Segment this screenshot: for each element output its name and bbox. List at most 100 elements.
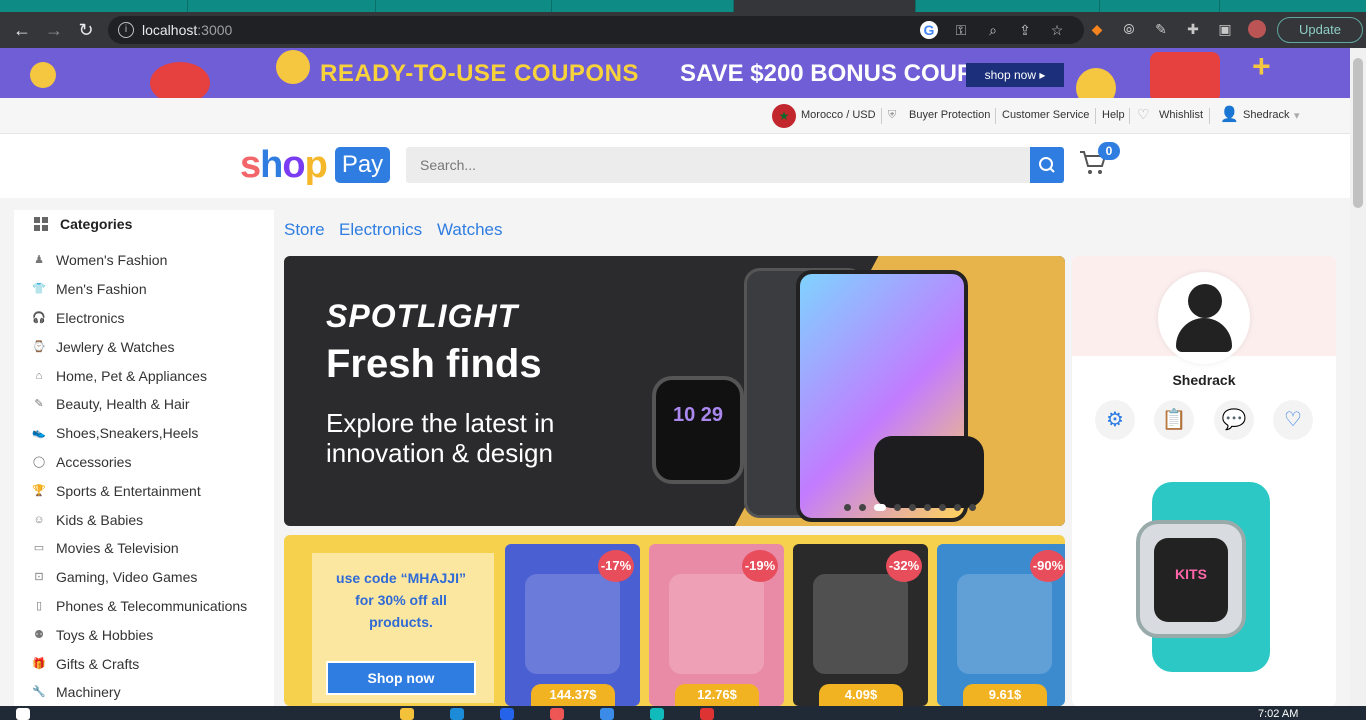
carousel-dot[interactable] <box>969 504 976 511</box>
category-label: Women's Fashion <box>56 252 168 269</box>
profile-avatar-icon[interactable] <box>1248 20 1266 38</box>
deal-card[interactable]: -19% 12.76$ <box>649 544 784 706</box>
clipboard-icon[interactable]: 📋 <box>1154 400 1194 440</box>
address-bar[interactable]: i localhost:3000 G ⚿ ⌕ ⇪ ☆ <box>108 16 1084 44</box>
carousel-dot[interactable] <box>954 504 961 511</box>
category-item[interactable]: ♟ Women's Fashion <box>14 246 274 275</box>
browser-tab[interactable] <box>188 0 376 12</box>
category-item[interactable]: ✎ Beauty, Health & Hair <box>14 390 274 419</box>
category-item[interactable]: 🔧 Machinery <box>14 678 274 706</box>
carousel-dot[interactable] <box>939 504 946 511</box>
category-item[interactable]: 🎁 Gifts & Crafts <box>14 649 274 678</box>
category-item[interactable]: ☺ Kids & Babies <box>14 505 274 534</box>
google-icon[interactable]: G <box>920 21 938 39</box>
avatar[interactable] <box>1158 272 1250 364</box>
coupon-card: use code “MHAJJI” for 30% off all produc… <box>312 553 494 703</box>
scrollbar-thumb[interactable] <box>1353 58 1363 208</box>
app-icon[interactable] <box>650 708 664 720</box>
folder-icon[interactable] <box>400 708 414 720</box>
account-menu[interactable]: Shedrack <box>1243 109 1289 121</box>
help-link[interactable]: Help <box>1102 109 1125 121</box>
app-icon[interactable] <box>500 708 514 720</box>
search-input[interactable] <box>406 147 1030 183</box>
carousel-dot[interactable] <box>844 504 851 511</box>
browser-tab[interactable] <box>916 0 1100 12</box>
deal-card[interactable]: -90% 9.61$ <box>937 544 1065 706</box>
shop-now-button[interactable]: Shop now <box>326 661 476 695</box>
start-icon[interactable] <box>16 708 30 720</box>
back-icon[interactable]: ← <box>10 18 34 42</box>
logo[interactable]: shop <box>240 144 328 187</box>
category-item[interactable]: ◯ Accessories <box>14 448 274 477</box>
app-icon[interactable] <box>700 708 714 720</box>
forward-icon[interactable]: → <box>42 18 66 42</box>
buyer-protection-link[interactable]: Buyer Protection <box>909 109 990 121</box>
app-icon[interactable] <box>550 708 564 720</box>
wishlist-link[interactable]: Whishlist <box>1159 109 1203 121</box>
carousel-dot-active[interactable] <box>874 504 886 511</box>
hero-carousel[interactable]: SPOTLIGHT Fresh finds Explore the latest… <box>284 256 1065 526</box>
carousel-dot[interactable] <box>894 504 901 511</box>
category-item[interactable]: ⚉ Toys & Hobbies <box>14 620 274 649</box>
category-item[interactable]: 👕 Men's Fashion <box>14 275 274 304</box>
chat-icon[interactable]: 💬 <box>1214 400 1254 440</box>
watch-product-image[interactable]: KITS <box>1120 482 1320 672</box>
pen-icon[interactable]: ✎ <box>1152 20 1170 38</box>
zoom-icon[interactable]: ⌕ <box>984 21 1002 39</box>
puzzle-icon[interactable]: ✚ <box>1184 20 1202 38</box>
key-icon[interactable]: ⚿ <box>952 21 970 39</box>
category-item[interactable]: 🎧 Electronics <box>14 304 274 333</box>
deal-product-image <box>525 574 620 674</box>
category-item[interactable]: ▭ Movies & Television <box>14 534 274 563</box>
chevron-down-icon[interactable]: ▾ <box>1294 109 1300 122</box>
extension-icon[interactable]: ⦾ <box>1120 20 1138 38</box>
category-item[interactable]: 🏆 Sports & Entertainment <box>14 476 274 505</box>
browser-tab[interactable] <box>1100 0 1220 12</box>
app-icon[interactable] <box>450 708 464 720</box>
category-label: Sports & Entertainment <box>56 482 201 499</box>
category-item[interactable]: ⊡ Gaming, Video Games <box>14 563 274 592</box>
update-button[interactable]: Update <box>1277 17 1363 43</box>
metamask-icon[interactable]: ◆ <box>1088 20 1106 38</box>
carousel-dot[interactable] <box>924 504 931 511</box>
heart-icon[interactable]: ♡ <box>1273 400 1313 440</box>
browser-tab-active[interactable] <box>734 0 916 12</box>
settings-gear-icon[interactable]: ⚙ <box>1095 400 1135 440</box>
promo-banner[interactable]: READY-TO-USE COUPONS SAVE $200 BONUS COU… <box>0 48 1350 98</box>
category-sidebar: Categories ♟ Women's Fashion 👕 Men's Fashio… <box>14 210 274 706</box>
share-icon[interactable]: ⇪ <box>1016 21 1034 39</box>
browser-tab[interactable] <box>376 0 552 12</box>
region-selector[interactable]: Morocco / USD <box>801 109 876 121</box>
breadcrumb-watches[interactable]: Watches <box>437 220 503 240</box>
category-item[interactable]: ▯ Phones & Telecommunications <box>14 592 274 621</box>
browser-toolbar: ← → ↻ i localhost:3000 G ⚿ ⌕ ⇪ ☆ ◆ ⦾ ✎ ✚… <box>0 12 1366 48</box>
dress-icon: ♟ <box>34 254 44 267</box>
star-icon[interactable]: ☆ <box>1048 21 1066 39</box>
scrollbar[interactable] <box>1350 48 1366 706</box>
app-icon[interactable] <box>600 708 614 720</box>
category-item[interactable]: 👟 Shoes,Sneakers,Heels <box>14 419 274 448</box>
browser-chrome: ← → ↻ i localhost:3000 G ⚿ ⌕ ⇪ ☆ ◆ ⦾ ✎ ✚… <box>0 0 1366 48</box>
deal-card[interactable]: -32% 4.09$ <box>793 544 928 706</box>
promo-shop-now-button[interactable]: shop now ▸ <box>966 63 1064 87</box>
carousel-dot[interactable] <box>859 504 866 511</box>
browser-tab[interactable] <box>0 0 188 12</box>
breadcrumb-electronics[interactable]: Electronics <box>339 220 422 240</box>
carousel-dot[interactable] <box>909 504 916 511</box>
site-info-icon[interactable]: i <box>118 22 134 38</box>
sidepanel-icon[interactable]: ▣ <box>1216 20 1234 38</box>
customer-service-link[interactable]: Customer Service <box>1002 109 1089 121</box>
home-icon: ⌂ <box>35 369 43 382</box>
gift-icon: 🎁 <box>32 657 46 670</box>
logo-pay-badge[interactable]: Pay <box>335 147 390 183</box>
browser-tab[interactable] <box>552 0 734 12</box>
taskbar: 7:02 AM <box>0 706 1366 720</box>
breadcrumb-store[interactable]: Store <box>284 220 325 240</box>
category-item[interactable]: ⌂ Home, Pet & Appliances <box>14 361 274 390</box>
phone-icon: ▯ <box>35 599 43 612</box>
reload-icon[interactable]: ↻ <box>74 18 98 42</box>
deal-card[interactable]: -17% 144.37$ <box>505 544 640 706</box>
category-item[interactable]: ⌚ Jewlery & Watches <box>14 332 274 361</box>
search-button[interactable] <box>1030 147 1064 183</box>
category-label: Men's Fashion <box>56 281 147 298</box>
